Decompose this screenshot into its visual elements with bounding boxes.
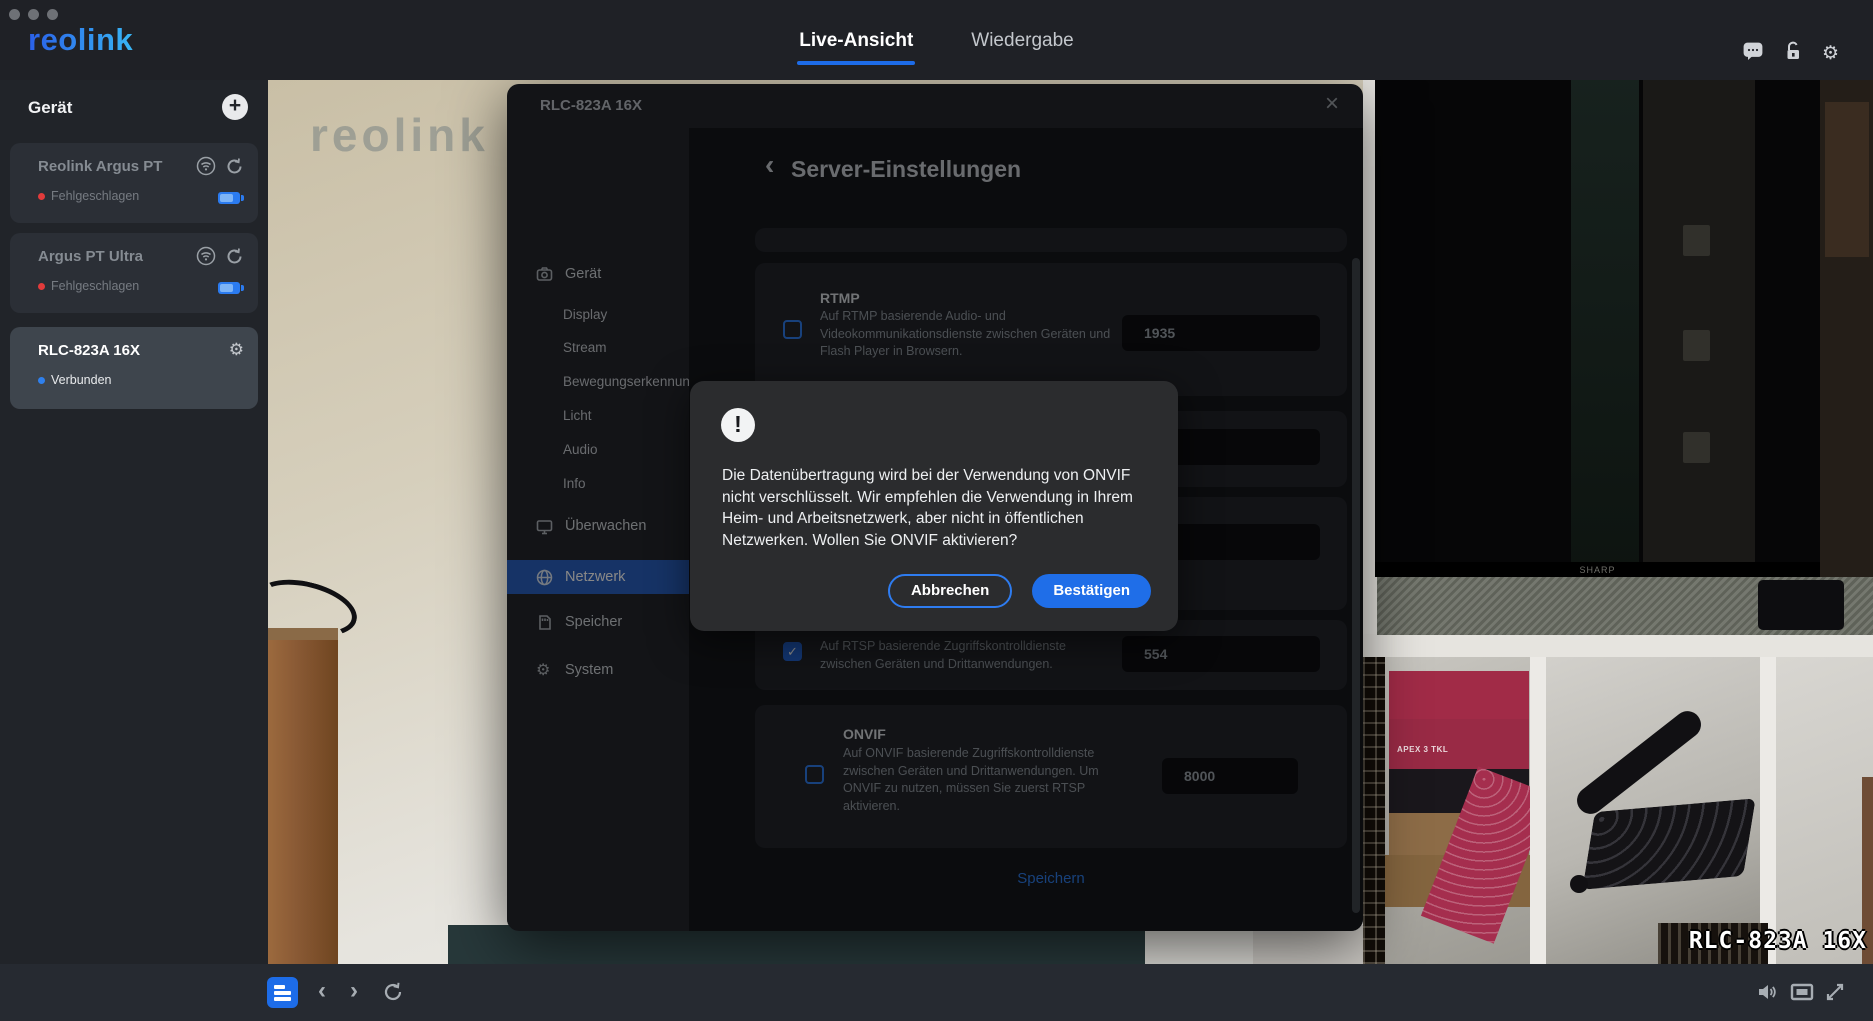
main-tabs: Live-Ansicht Wiedergabe	[0, 30, 1873, 65]
scene-light-switch	[1683, 432, 1710, 463]
reconnect-icon[interactable]	[225, 247, 244, 271]
device-settings-gear-icon[interactable]: ⚙	[229, 340, 244, 360]
page-previous-icon[interactable]: ‹	[318, 976, 326, 1006]
scene-right: SHARP APEX 3 TKL	[1363, 80, 1873, 964]
window-minimize-button[interactable]	[28, 9, 39, 20]
reconnect-icon[interactable]	[225, 157, 244, 181]
video-watermark: reolink	[310, 109, 489, 161]
player-toolbar: ‹ ›	[0, 964, 1873, 1021]
camera-osd-label: RLC-823A 16X	[1688, 928, 1867, 954]
scene-shelf: APEX 3 TKL	[1363, 657, 1873, 964]
battery-icon	[218, 192, 244, 204]
cancel-button[interactable]: Abbrechen	[887, 574, 1013, 608]
scene-phone	[1582, 798, 1756, 890]
device-card-argus-pt[interactable]: Reolink Argus PT Fehlgeschlagen	[10, 143, 258, 223]
device-name: Reolink Argus PT	[38, 158, 163, 175]
tv-brand-label: SHARP	[1579, 565, 1616, 575]
page-next-icon[interactable]: ›	[350, 976, 358, 1006]
exclamation-icon: !	[721, 408, 755, 442]
status-dot-failed	[38, 282, 45, 290]
scene-shelf-boxes: APEX 3 TKL	[1385, 657, 1530, 964]
wifi-signal-icon[interactable]	[196, 156, 216, 181]
feedback-icon[interactable]	[1742, 40, 1764, 67]
device-card-rlc-823a[interactable]: RLC-823A 16X Verbunden ⚙	[10, 327, 258, 409]
battery-icon	[218, 282, 244, 294]
app-window: reolink SHARP APEX 3 TKL RLC-823A 16X re…	[0, 0, 1873, 1021]
settings-gear-icon[interactable]: ⚙	[1822, 43, 1839, 65]
add-device-button[interactable]: +	[222, 94, 248, 120]
fullscreen-icon[interactable]	[1824, 981, 1846, 1008]
device-name: Argus PT Ultra	[38, 248, 144, 265]
scene-mesh	[1363, 657, 1385, 964]
dialog-message: Die Datenübertragung wird bei der Verwen…	[722, 467, 1133, 549]
device-status: Verbunden	[38, 373, 111, 387]
display-frame-icon[interactable]	[1790, 981, 1814, 1008]
scene-cabinet	[268, 628, 338, 964]
scene-picture-frame	[1825, 102, 1869, 257]
tab-live-view[interactable]: Live-Ansicht	[797, 30, 916, 65]
scene-light-switch	[1683, 225, 1710, 256]
unlock-icon[interactable]	[1782, 40, 1804, 67]
device-sidebar: Gerät + Reolink Argus PT Fehlgeschlagen	[0, 80, 268, 1021]
status-dot-failed	[38, 192, 45, 200]
scene-light-switch	[1683, 330, 1710, 361]
volume-icon[interactable]	[1756, 981, 1778, 1008]
refresh-icon[interactable]	[382, 981, 404, 1008]
sidebar-header: Gerät	[28, 98, 73, 117]
settings-modal-wrap: RLC-823A 16X × Gerät Display Stream Bewe…	[507, 84, 1363, 931]
confirm-button[interactable]: Bestätigen	[1032, 574, 1151, 608]
device-status: Fehlgeschlagen	[38, 189, 139, 203]
device-list-toggle-button[interactable]	[267, 977, 298, 1008]
window-close-button[interactable]	[9, 9, 20, 20]
scene-box-label: APEX 3 TKL	[1389, 719, 1529, 769]
tab-playback[interactable]: Wiedergabe	[971, 30, 1073, 52]
scene-tv: SHARP	[1375, 80, 1820, 577]
titlebar: reolink Live-Ansicht Wiedergabe ⚙	[0, 0, 1873, 80]
scene-shelf-phone	[1546, 657, 1760, 964]
wifi-signal-icon[interactable]	[196, 246, 216, 271]
window-zoom-button[interactable]	[47, 9, 58, 20]
onvif-confirm-dialog: ! Die Datenübertragung wird bei der Verw…	[690, 381, 1178, 631]
status-dot-connected	[38, 376, 45, 384]
device-name: RLC-823A 16X	[38, 342, 140, 359]
device-status: Fehlgeschlagen	[38, 279, 139, 293]
device-card-argus-pt-ultra[interactable]: Argus PT Ultra Fehlgeschlagen	[10, 233, 258, 313]
